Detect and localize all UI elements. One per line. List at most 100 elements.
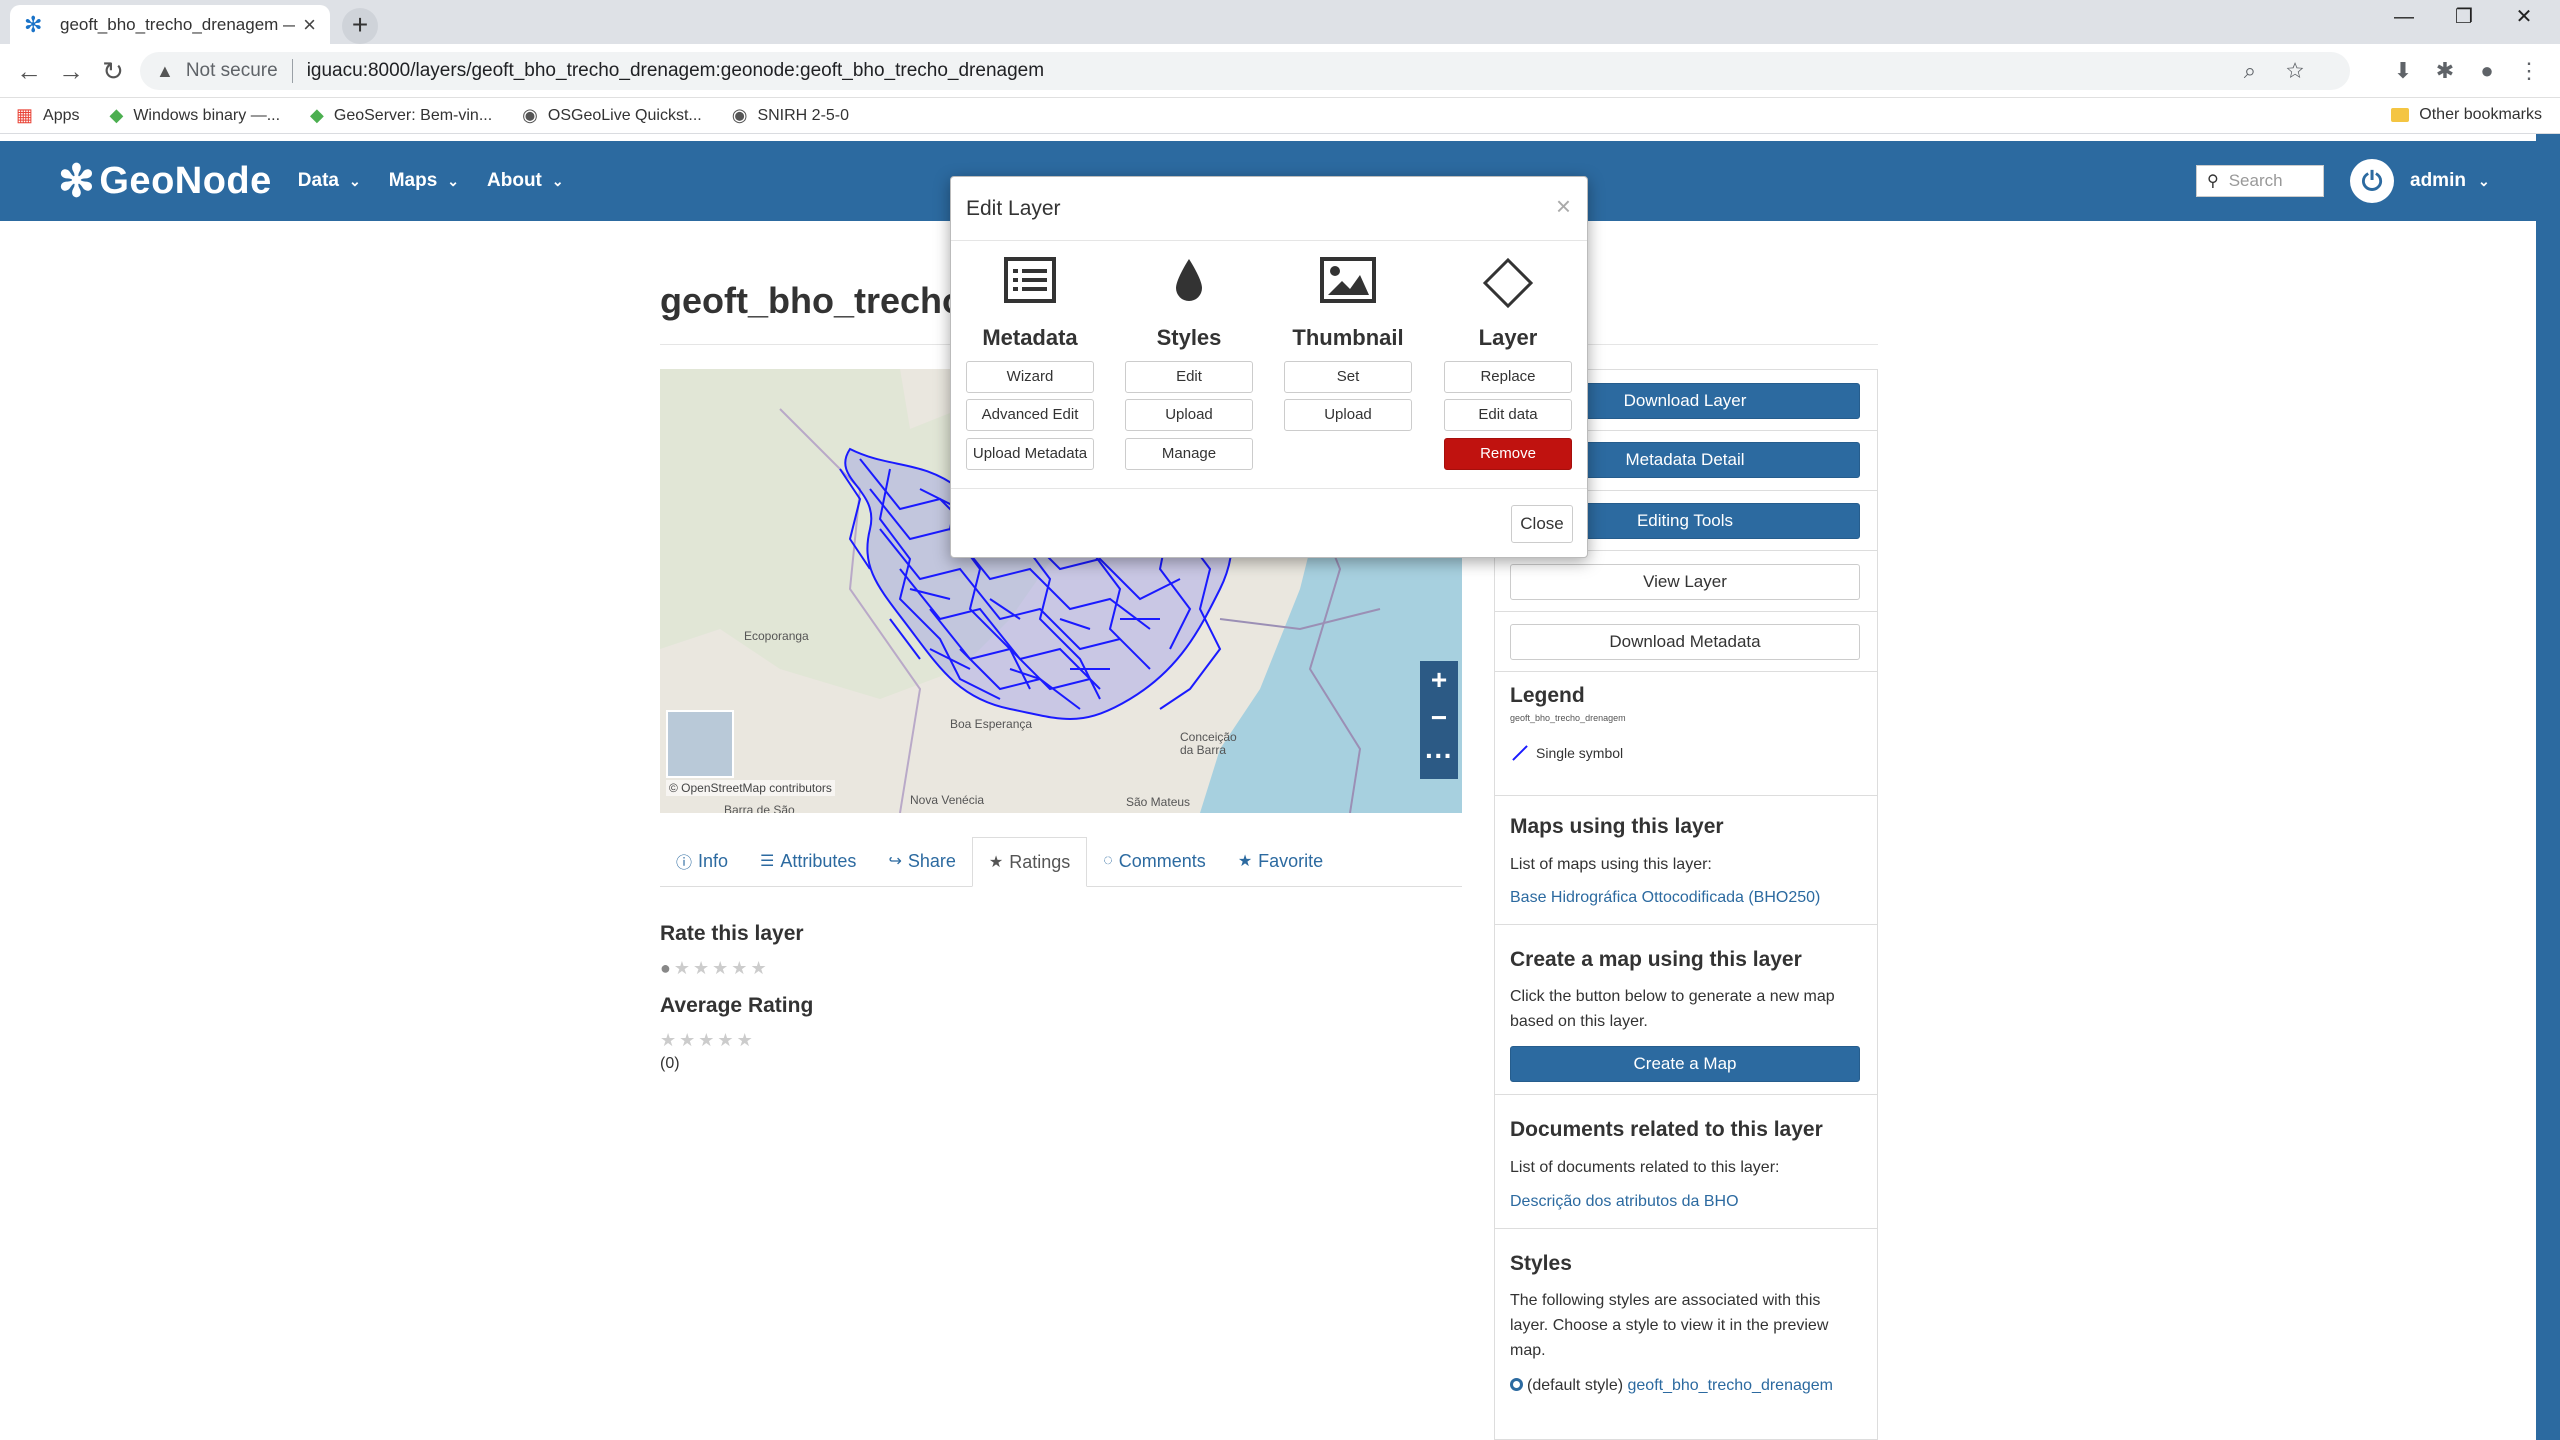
map-attribution: © OpenStreetMap contributors — [666, 780, 835, 796]
user-menu[interactable]: ⏻ admin ⌄ — [2350, 159, 2490, 203]
layer-edit-data-button[interactable]: Edit data — [1444, 399, 1572, 431]
new-tab-button[interactable]: + — [342, 8, 378, 44]
map-link[interactable]: Base Hidrográfica Ottocodificada (BHO250… — [1510, 889, 1820, 907]
tab-attributes[interactable]: ☰ Attributes — [744, 836, 872, 886]
star-icon[interactable]: ★ — [712, 958, 731, 978]
legend-item-label: Single symbol — [1536, 745, 1624, 761]
page-title: geoft_bho_trecho_ — [660, 280, 985, 321]
nav-label: Maps — [388, 170, 438, 191]
list-doc-icon — [965, 257, 1095, 317]
tab-info[interactable]: ⓘ Info — [660, 836, 744, 886]
style-upload-button[interactable]: Upload — [1125, 399, 1253, 431]
layer-column: Layer — [1443, 257, 1573, 351]
map-more-button[interactable]: ··· — [1420, 737, 1458, 775]
style-option[interactable]: (default style) geoft_bho_trecho_drenage… — [1510, 1377, 1833, 1395]
search-placeholder: Search — [2228, 171, 2283, 190]
close-window-icon[interactable]: ✕ — [2494, 0, 2554, 34]
bookmark-geoserver[interactable]: ◆ GeoServer: Bem-vin... — [310, 105, 492, 126]
menu-kebab-icon[interactable]: ⋮ — [2514, 56, 2544, 86]
profile-icon[interactable]: ● — [2472, 56, 2502, 86]
advanced-edit-button[interactable]: Advanced Edit — [966, 399, 1094, 431]
document-link[interactable]: Descrição dos atributos da BHO — [1510, 1193, 1739, 1211]
warning-icon: ▲ — [156, 60, 174, 81]
forward-icon[interactable]: → — [54, 54, 88, 88]
geoserver-icon: ◆ — [310, 105, 324, 125]
tab-ratings[interactable]: ★ Ratings — [971, 837, 1088, 887]
documents-heading: Documents related to this layer — [1510, 1118, 1823, 1141]
cancel-rating-icon[interactable]: ● — [660, 958, 674, 978]
star-icon: ★ — [717, 1030, 737, 1050]
puzzle-icon[interactable]: ✱ — [2430, 56, 2460, 86]
reload-icon[interactable]: ↻ — [96, 54, 130, 88]
browser-tab[interactable]: ✻ geoft_bho_trecho_drenagem — × — [10, 5, 330, 44]
rating-count: (0) — [660, 1055, 680, 1072]
extension-download-icon[interactable]: ⬇ — [2388, 56, 2418, 86]
zoom-and-star-icons[interactable]: ⌕☆ — [2244, 58, 2334, 84]
download-metadata-button[interactable]: Download Metadata — [1510, 624, 1860, 660]
apps-grid-icon: ▦ — [16, 105, 34, 125]
bookmark-snirh[interactable]: ◉ SNIRH 2-5-0 — [732, 105, 849, 126]
metadata-wizard-button[interactable]: Wizard — [966, 361, 1094, 393]
nav-about[interactable]: About ⌄ — [487, 170, 564, 192]
radio-selected-icon[interactable] — [1510, 1378, 1523, 1391]
create-map-text: Click the button below to generate a new… — [1510, 988, 1835, 1030]
zoom-out-button[interactable]: − — [1420, 699, 1458, 737]
star-icon: ★ — [736, 1030, 756, 1050]
create-map-button[interactable]: Create a Map — [1510, 1046, 1860, 1082]
layer-tabs: ⓘ Info ☰ Attributes ↪ Share ★ Ratings ◌ Comme… — [660, 837, 1462, 887]
tab-comments[interactable]: ◌ Comments — [1087, 836, 1222, 886]
nav-maps[interactable]: Maps ⌄ — [389, 170, 459, 192]
rate-heading: Rate this layer — [660, 922, 804, 945]
layer-replace-button[interactable]: Replace — [1444, 361, 1572, 393]
bookmarks-bar: ▦ Apps ◆ Windows binary —... ◆ GeoServer: B… — [0, 98, 2560, 134]
page-scrollbar[interactable] — [2536, 134, 2560, 1440]
search-input[interactable]: ⚲ Search — [2196, 165, 2324, 197]
url-text: iguacu:8000/layers/geoft_bho_trecho_dren… — [306, 60, 1045, 81]
style-link[interactable]: geoft_bho_trecho_drenagem — [1628, 1377, 1834, 1394]
tab-favorite[interactable]: ★ Favorite — [1222, 836, 1339, 886]
star-icon[interactable]: ★ — [674, 958, 693, 978]
layer-remove-button[interactable]: Remove — [1444, 438, 1572, 470]
tab-label: Ratings — [1009, 851, 1071, 872]
address-bar[interactable]: ▲ Not secure iguacu:8000/layers/geoft_bh… — [140, 52, 2350, 90]
folder-icon — [2391, 108, 2410, 122]
bookmark-label: GeoServer: Bem-vin... — [333, 106, 493, 124]
divider — [1494, 611, 1878, 612]
restore-icon[interactable]: ❐ — [2434, 0, 2494, 34]
tab-share[interactable]: ↪ Share — [872, 836, 971, 886]
zoom-in-button[interactable]: + — [1420, 661, 1458, 699]
nav-data[interactable]: Data ⌄ — [298, 170, 361, 192]
geonode-logo[interactable]: ✻ GeoNode — [58, 156, 272, 207]
modal-header: Edit Layer × — [951, 177, 1587, 241]
star-icon[interactable]: ★ — [750, 958, 769, 978]
styles-text: The following styles are associated with… — [1510, 1292, 1829, 1359]
legend-item: Single symbol — [1510, 745, 1623, 761]
tab-label: Share — [907, 850, 956, 871]
bookmark-windows-binary[interactable]: ◆ Windows binary —... — [109, 105, 280, 126]
line-symbol-icon — [1512, 745, 1528, 761]
map-zoom-controls: + − ··· — [1420, 661, 1458, 779]
bookmark-osgeolive[interactable]: ◉ OSGeoLive Quickst... — [522, 105, 702, 126]
close-tab-icon[interactable]: × — [303, 12, 316, 38]
close-button[interactable]: Close — [1511, 505, 1573, 543]
style-manage-button[interactable]: Manage — [1125, 438, 1253, 470]
back-icon[interactable]: ← — [12, 54, 46, 88]
upload-metadata-button[interactable]: Upload Metadata — [966, 438, 1094, 470]
scrollbar-thumb[interactable] — [2536, 134, 2560, 1440]
droplet-icon — [1124, 257, 1254, 317]
bookmark-apps[interactable]: ▦ Apps — [16, 105, 79, 126]
style-edit-button[interactable]: Edit — [1125, 361, 1253, 393]
star-icon[interactable]: ★ — [731, 958, 750, 978]
divider — [1494, 1228, 1878, 1229]
thumbnail-set-button[interactable]: Set — [1284, 361, 1412, 393]
basemap-switcher[interactable] — [666, 710, 734, 778]
star-icon[interactable]: ★ — [693, 958, 712, 978]
rate-stars-input[interactable]: ●★★★★★ — [660, 958, 770, 979]
view-layer-button[interactable]: View Layer — [1510, 564, 1860, 600]
styles-column: Styles — [1124, 257, 1254, 351]
close-icon[interactable]: × — [1556, 191, 1571, 222]
thumbnail-upload-button[interactable]: Upload — [1284, 399, 1412, 431]
minimize-icon[interactable]: — — [2374, 0, 2434, 34]
browser-tab-title: geoft_bho_trecho_drenagem — — [60, 14, 296, 34]
other-bookmarks[interactable]: Other bookmarks — [2391, 106, 2542, 124]
